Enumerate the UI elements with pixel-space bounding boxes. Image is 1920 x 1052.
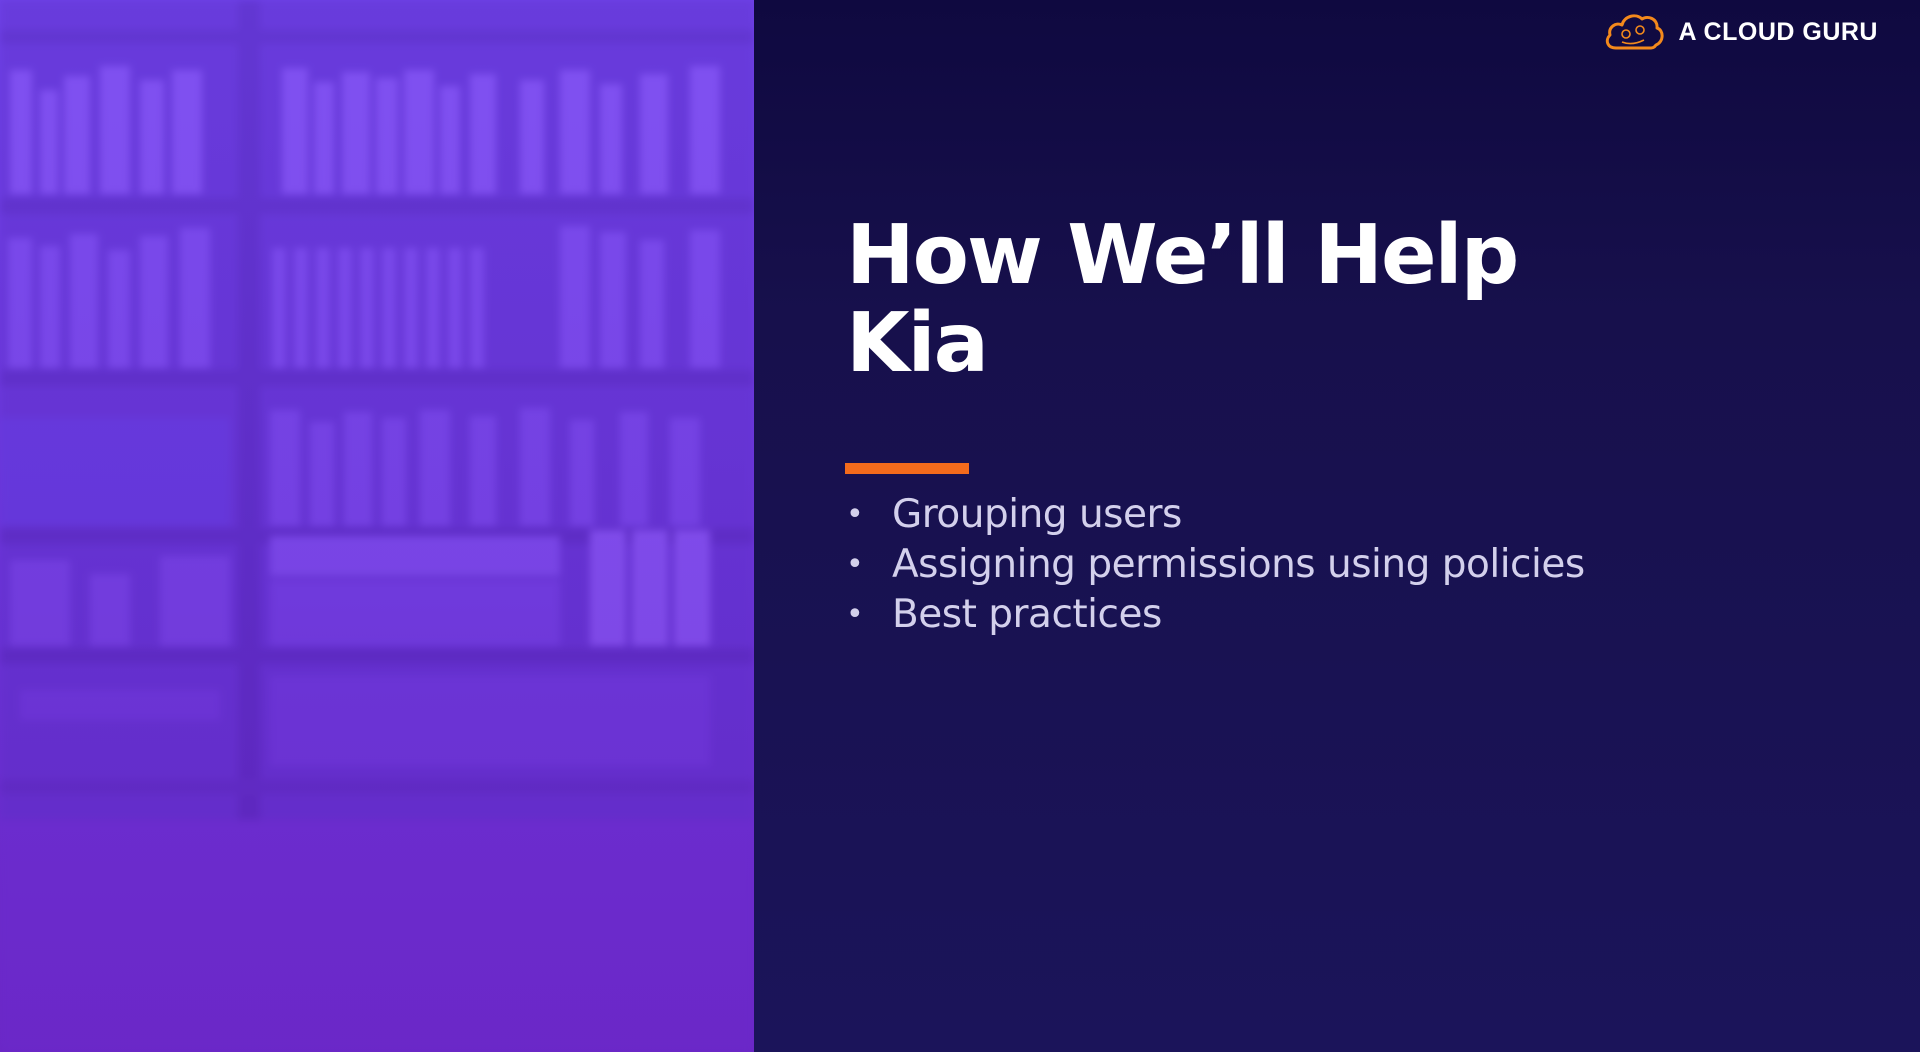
bullet-item: • Grouping users	[846, 490, 1585, 540]
cloud-icon	[1606, 14, 1665, 50]
bookshelf-photo	[0, 0, 754, 1052]
bullet-item: • Assigning permissions using policies	[846, 540, 1585, 590]
bullet-item: • Best practices	[846, 590, 1585, 640]
slide-title: How We’ll Help Kia	[846, 212, 1606, 388]
bullet-text: Best practices	[892, 592, 1162, 637]
bullet-dot-icon: •	[846, 497, 864, 532]
brand-header: A CLOUD GURU	[1602, 10, 1878, 54]
bullet-list: • Grouping users • Assigning permissions…	[846, 490, 1585, 640]
bullet-text: Grouping users	[892, 492, 1182, 537]
brand-name: A CLOUD GURU	[1678, 17, 1878, 46]
bullet-text: Assigning permissions using policies	[892, 542, 1585, 587]
bullet-dot-icon: •	[846, 547, 864, 582]
photo-tint-overlay	[0, 0, 754, 1052]
bullet-dot-icon: •	[846, 597, 864, 632]
slide-title-line2: Kia	[846, 296, 989, 391]
accent-bar	[845, 463, 969, 474]
slide-title-line1: How We’ll Help	[846, 208, 1519, 303]
slide: A CLOUD GURU How We’ll Help Kia • Groupi…	[0, 0, 1920, 1052]
